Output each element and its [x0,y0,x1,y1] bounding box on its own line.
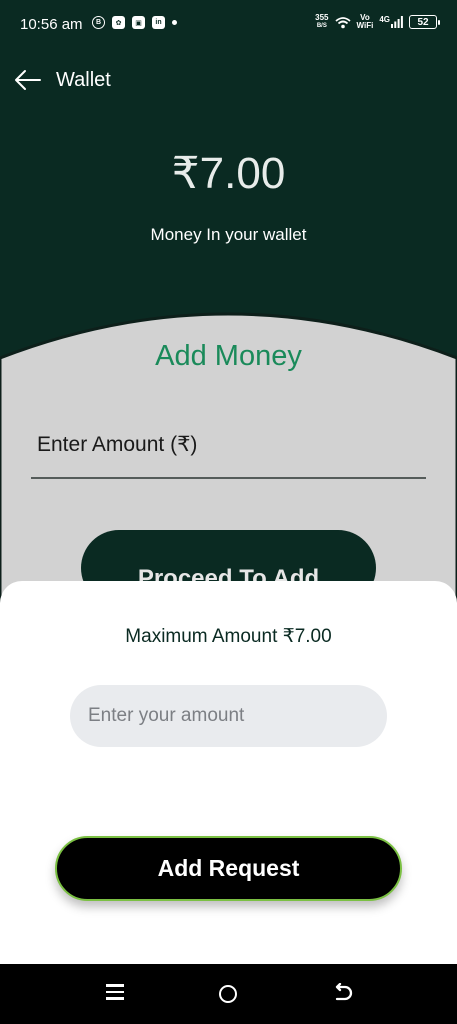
status-time: 10:56 am [20,16,83,33]
dot-icon [172,20,177,25]
enter-amount-field[interactable]: Enter Amount (₹) [37,432,197,457]
network-type: 4G [379,16,403,28]
b-icon: B [92,16,105,29]
network-speed: 355 B/S [315,13,329,30]
status-bar: 10:56 am B ✿ ▣ in 355 B/S Vo WiFi 4G 52 [0,0,457,52]
amount-input[interactable] [70,685,387,747]
nav-back-icon[interactable] [333,983,353,1003]
maximum-amount-text: Maximum Amount ₹7.00 [125,626,332,647]
app-header: Wallet [0,52,457,108]
wallet-balance: ₹7.00 [171,149,286,198]
wifi-icon [334,16,351,28]
wallet-balance-label: Money In your wallet [150,225,307,244]
page-title: Wallet [56,69,111,91]
amount-field-underline [31,477,426,479]
add-request-button[interactable]: Add Request [55,836,402,901]
battery-icon: 52 [409,15,440,29]
add-money-title: Add Money [155,340,302,372]
vowifi-label: Vo WiFi [356,13,374,30]
recent-apps-icon[interactable] [106,984,124,1002]
linkedin-icon: in [152,16,165,29]
photo-icon: ✿ [112,16,125,29]
system-status: 355 B/S Vo WiFi 4G 52 [315,13,440,30]
signal-icon [391,16,403,28]
chat-icon: ▣ [132,16,145,29]
back-arrow-icon[interactable] [12,66,42,94]
home-icon[interactable] [219,985,237,1003]
notification-icons: B ✿ ▣ in [92,16,177,29]
system-nav-bar [0,964,457,1024]
